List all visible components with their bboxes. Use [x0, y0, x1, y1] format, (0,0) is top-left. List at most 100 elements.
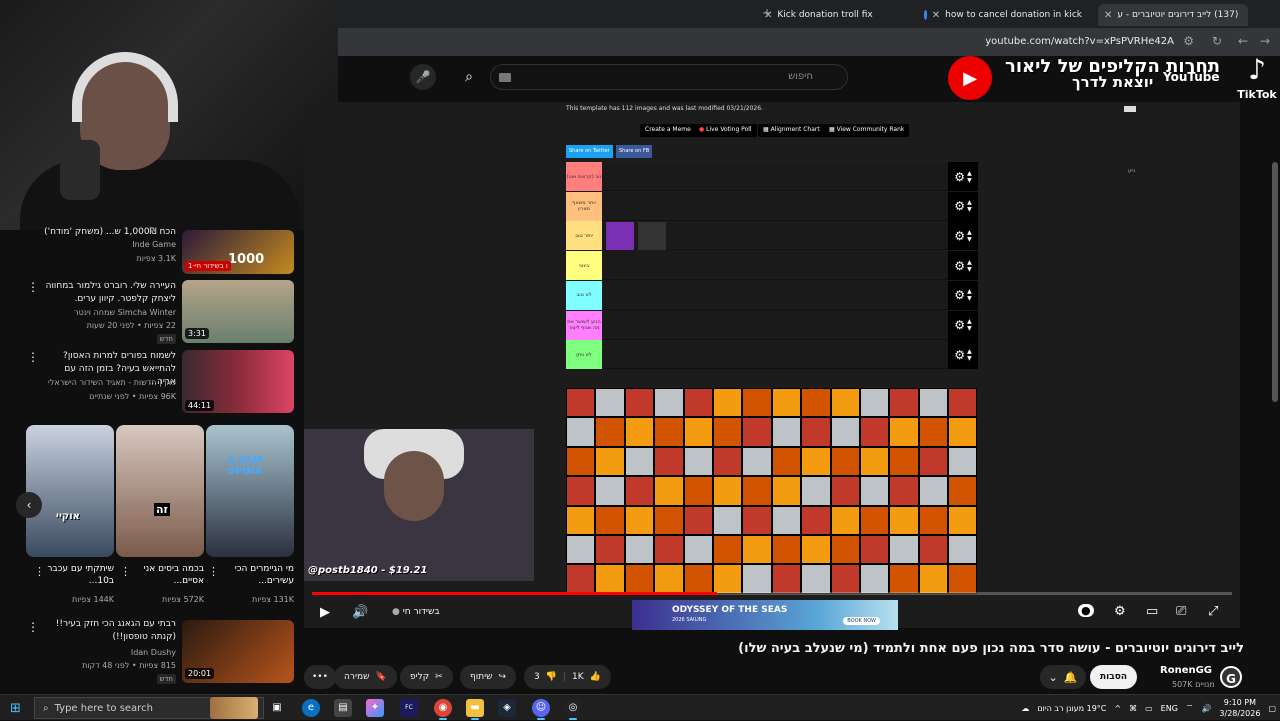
channel-name[interactable]: Inde Game [36, 240, 176, 249]
tier-settings-icon[interactable]: ⚙ [954, 199, 965, 213]
close-tab-icon[interactable]: ✕ [1104, 10, 1112, 21]
tier-image-tile[interactable] [712, 476, 743, 506]
alignment-chart-button[interactable]: ▦ Alignment Chart [758, 124, 825, 137]
tier-down-icon[interactable]: ▼ [967, 325, 972, 332]
tier-image-tile[interactable] [859, 476, 890, 506]
tier-image-tile[interactable] [948, 564, 978, 594]
tier-image-tile[interactable] [683, 417, 713, 447]
edge-icon[interactable]: e [302, 699, 320, 717]
tier-down-icon[interactable]: ▼ [967, 177, 972, 184]
channel-avatar[interactable]: G [1220, 666, 1242, 688]
tier-up-icon[interactable]: ▲ [967, 170, 972, 177]
tier-image-tile[interactable] [683, 476, 713, 506]
tier-image-tile[interactable] [712, 564, 743, 594]
shorts-prev-button[interactable]: ‹ [16, 492, 42, 518]
scrollbar-thumb[interactable] [1272, 162, 1278, 402]
settings-gear-icon[interactable]: ⚙ [1114, 604, 1126, 619]
tier-image-tile[interactable] [683, 534, 713, 565]
tier-image-tile[interactable] [566, 388, 596, 418]
channel-name[interactable]: כאן | חדשות - תאגיד השידור הישראלי [36, 378, 176, 387]
file-explorer-icon[interactable]: ▬ [466, 699, 484, 720]
tier-image-tile[interactable] [595, 564, 625, 594]
tier-image-tile[interactable] [595, 417, 625, 447]
tier-image-tile[interactable] [918, 534, 949, 565]
url-field[interactable]: youtube.com/watch?v=xPsPVRHe42A [985, 36, 1174, 47]
page-scrollbar[interactable] [1270, 102, 1280, 688]
video-thumbnail[interactable]: 1000 1-ו בשידור חי [182, 230, 294, 274]
tier-image-tile[interactable] [859, 505, 890, 535]
tier-image-tile[interactable] [859, 388, 890, 418]
tier-image-tile[interactable] [771, 534, 802, 565]
voice-search-button[interactable]: 🎤 [410, 64, 436, 90]
tier-image-tile[interactable] [889, 476, 919, 506]
tier-image-tile[interactable] [742, 534, 772, 565]
more-actions-button[interactable]: ••• [304, 665, 336, 689]
tier-image-tile[interactable] [624, 388, 655, 418]
share-button[interactable]: שיתוף ↪ [460, 665, 517, 689]
tier-image-tile[interactable] [595, 476, 625, 506]
tier-down-icon[interactable]: ▼ [967, 295, 972, 302]
tier-image-tile[interactable] [712, 534, 743, 565]
keyboard-icon[interactable] [499, 73, 511, 82]
tab-how-to-cancel-donation[interactable]: ✕ how to cancel donation in kick [918, 4, 1088, 26]
tier-settings-icon[interactable]: ⚙ [954, 318, 965, 332]
tier-image-tile[interactable] [654, 446, 684, 477]
tier-image-tile[interactable] [801, 388, 831, 418]
tier-image-tile[interactable] [624, 417, 655, 447]
copilot-icon[interactable]: ✦ [366, 699, 384, 717]
video-title[interactable]: העיירה שלי. רוברט גילמור במחווה ליצחק קל… [36, 280, 176, 306]
chrome-icon[interactable]: ◉ [434, 699, 452, 720]
tier-controls[interactable]: ⚙ ▲ ▼ [948, 251, 978, 281]
tier-image-tile[interactable] [654, 505, 684, 535]
tier-item-image[interactable] [638, 222, 666, 251]
share-twitter-button[interactable]: Share on Twitter [566, 145, 613, 158]
steam-icon[interactable]: ◈ [498, 699, 516, 717]
tier-image-tile[interactable] [771, 564, 802, 594]
discord-icon[interactable]: ☺ [532, 699, 550, 720]
ea-fc-icon[interactable]: FC [400, 699, 418, 717]
tier-image-tile[interactable] [859, 417, 890, 447]
tier-settings-icon[interactable]: ⚙ [954, 288, 965, 302]
tier-controls[interactable]: ⚙ ▲ ▼ [948, 310, 978, 340]
tier-image-tile[interactable] [624, 564, 655, 594]
tier-image-tile[interactable] [683, 564, 713, 594]
autoplay-toggle[interactable]: ● [1078, 604, 1094, 617]
tier-label[interactable]: לא ניתן [566, 340, 602, 370]
tier-image-tile[interactable] [566, 564, 596, 594]
weather-icon[interactable]: ☁ [1021, 704, 1029, 713]
tier-image-tile[interactable] [566, 476, 596, 506]
tier-image-tile[interactable] [801, 505, 831, 535]
windows-start-icon[interactable]: ⊞ [10, 701, 21, 716]
tier-image-tile[interactable] [742, 505, 772, 535]
speaker-icon[interactable]: 🔊 [1201, 704, 1211, 713]
tier-label[interactable]: יותר טוב [566, 221, 602, 251]
forward-icon[interactable]: → [1260, 34, 1270, 48]
tier-image-tile[interactable] [948, 417, 978, 447]
tier-up-icon[interactable]: ▲ [967, 229, 972, 236]
tier-image-tile[interactable] [771, 476, 802, 506]
like-icon[interactable]: 👍 [590, 672, 601, 682]
tier-image-tile[interactable] [948, 388, 978, 418]
tier-image-tile[interactable] [624, 534, 655, 565]
tier-label[interactable]: יותר משאף מצרין [566, 191, 602, 221]
store-icon[interactable]: ▤ [334, 699, 352, 717]
tier-image-tile[interactable] [889, 417, 919, 447]
tier-label[interactable]: נוב (קרוווס אוט) [566, 162, 602, 191]
tier-image-tile[interactable] [830, 505, 860, 535]
back-icon[interactable]: ← [1238, 34, 1248, 48]
tier-image-tile[interactable] [889, 564, 919, 594]
tier-image-tile[interactable] [771, 446, 802, 477]
tier-image-tile[interactable] [889, 446, 919, 477]
tier-image-tile[interactable] [683, 505, 713, 535]
tier-image-tile[interactable] [654, 417, 684, 447]
clip-button[interactable]: קליפ ✂ [400, 665, 453, 689]
tier-up-icon[interactable]: ▲ [967, 199, 972, 206]
share-fb-button[interactable]: Share on FB [616, 145, 653, 158]
tier-image-tile[interactable] [859, 534, 890, 565]
progress-bar[interactable] [312, 592, 1232, 595]
tier-down-icon[interactable]: ▼ [967, 355, 972, 362]
tier-image-tile[interactable] [859, 564, 890, 594]
create-meme-button[interactable]: Create a Meme [640, 124, 696, 137]
tier-image-tile[interactable] [918, 417, 949, 447]
short-thumbnail[interactable]: 2.85M SPINX [206, 425, 294, 557]
